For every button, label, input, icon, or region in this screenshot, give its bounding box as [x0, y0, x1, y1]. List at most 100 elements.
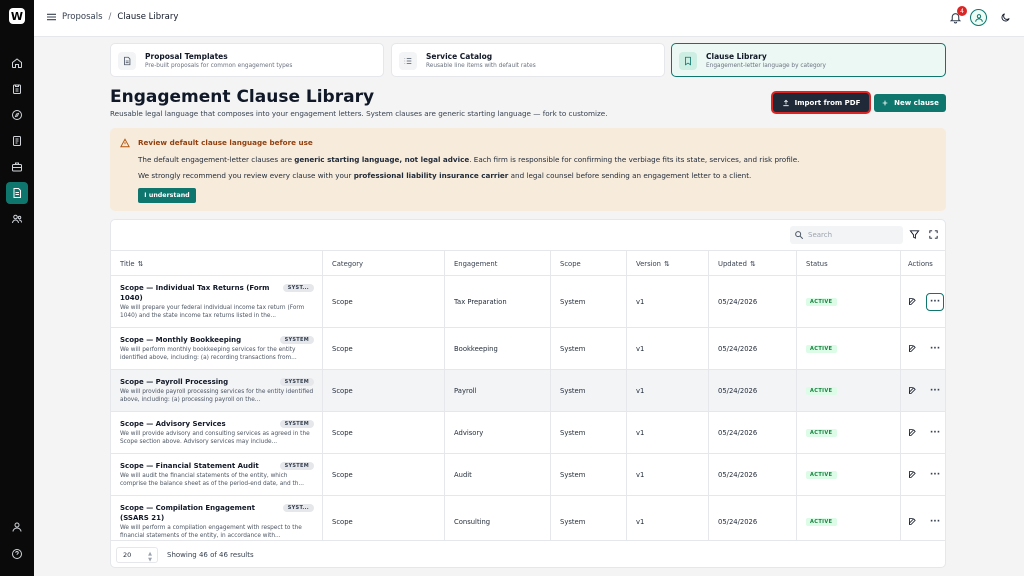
users-icon[interactable] — [6, 208, 28, 230]
card-title: Service Catalog — [426, 52, 493, 61]
actions-cell: ··· — [901, 454, 945, 495]
clause-title-cell[interactable]: Scope — Monthly Bookkeeping SYSTEM We will… — [111, 328, 323, 369]
card-title: Clause Library — [706, 52, 767, 61]
warning-line-2: We strongly recommend you review every c… — [138, 171, 752, 180]
updated-cell: 05/24/2026 — [709, 370, 797, 411]
theme-toggle-moon-icon[interactable] — [997, 9, 1014, 26]
compass-icon[interactable] — [6, 104, 28, 126]
home-icon[interactable] — [6, 52, 28, 74]
table-row[interactable]: Scope — Individual Tax Returns (Form 104… — [111, 276, 945, 328]
table-body: Scope — Individual Tax Returns (Form 104… — [111, 276, 945, 540]
sort-icon: ⇅ — [137, 260, 144, 268]
clause-title-cell[interactable]: Scope — Payroll Processing SYSTEM We will … — [111, 370, 323, 411]
card-clause-library[interactable]: Clause Library Engagement-letter languag… — [671, 43, 946, 77]
more-actions-icon[interactable]: ··· — [926, 382, 944, 400]
table-row[interactable]: Scope — Financial Statement Audit SYSTEM W… — [111, 454, 945, 496]
version-cell: v1 — [627, 276, 709, 327]
status-badge: ACTIVE — [806, 386, 837, 395]
card-service-catalog[interactable]: Service Catalog Reusable line items with… — [391, 43, 665, 77]
help-icon[interactable] — [6, 543, 28, 565]
document-icon — [118, 52, 136, 70]
version-cell: v1 — [627, 370, 709, 411]
more-actions-icon[interactable]: ··· — [926, 292, 944, 311]
scope-cell: System — [551, 496, 627, 540]
col-updated[interactable]: Updated ⇅ — [709, 251, 797, 277]
table-row[interactable]: Scope — Payroll Processing SYSTEM We will … — [111, 370, 945, 412]
actions-cell: ··· — [901, 496, 945, 540]
ledger-icon[interactable] — [6, 130, 28, 152]
filter-icon[interactable] — [909, 229, 920, 240]
sort-icon: ⇅ — [664, 260, 670, 268]
search-icon — [795, 231, 804, 240]
clause-title: Scope — Financial Statement Audit — [120, 461, 259, 470]
status-badge: ACTIVE — [806, 517, 837, 526]
category-cell: Scope — [323, 454, 445, 495]
clipboard-icon[interactable] — [6, 78, 28, 100]
actions-cell: ··· — [901, 276, 945, 327]
category-cell: Scope — [323, 412, 445, 453]
import-from-pdf-button[interactable]: Import from PDF — [773, 93, 869, 112]
clause-description: We will audit the financial statements o… — [120, 472, 304, 488]
system-badge: SYSTEM — [279, 461, 314, 470]
edit-icon[interactable] — [908, 428, 917, 437]
clause-description: We will provide advisory and consulting … — [120, 430, 310, 446]
profile-icon[interactable] — [6, 516, 28, 538]
more-actions-icon[interactable]: ··· — [926, 466, 944, 484]
engagement-cell: Consulting — [445, 496, 551, 540]
clause-description: We will prepare your federal individual … — [120, 304, 305, 320]
edit-icon[interactable] — [908, 517, 917, 526]
i-understand-button[interactable]: I understand — [138, 188, 196, 203]
clause-title-cell[interactable]: Scope — Financial Statement Audit SYSTEM W… — [111, 454, 323, 495]
search-input[interactable]: Search — [790, 226, 903, 244]
new-clause-button[interactable]: New clause — [874, 94, 946, 112]
notification-badge: 4 — [957, 6, 967, 16]
app-root: W Proposals / Clause Library 4 Proposal … — [0, 0, 1024, 576]
updated-cell: 05/24/2026 — [709, 328, 797, 369]
card-title: Proposal Templates — [145, 52, 228, 61]
version-cell: v1 — [627, 328, 709, 369]
breadcrumb: Proposals / Clause Library — [62, 12, 178, 22]
col-category: Category — [323, 251, 445, 277]
page-subtitle: Reusable legal language that composes in… — [110, 109, 608, 118]
engagement-cell: Audit — [445, 454, 551, 495]
clause-title: Scope — Advisory Services — [120, 419, 226, 428]
more-actions-icon[interactable]: ··· — [926, 424, 944, 442]
user-avatar[interactable] — [970, 9, 987, 26]
breadcrumb-current: Clause Library — [117, 12, 179, 22]
clause-description: We will provide payroll processing servi… — [120, 388, 314, 404]
col-version[interactable]: Version ⇅ — [627, 251, 709, 277]
edit-icon[interactable] — [908, 344, 917, 353]
category-cell: Scope — [323, 276, 445, 327]
col-scope: Scope — [551, 251, 627, 277]
scope-cell: System — [551, 412, 627, 453]
table-row[interactable]: Scope — Monthly Bookkeeping SYSTEM We will… — [111, 328, 945, 370]
table-row[interactable]: Scope — Compilation Engagement (SSARS 21… — [111, 496, 945, 540]
scope-cell: System — [551, 276, 627, 327]
clause-table: Search Title ⇅ Category Engagement Scope … — [110, 219, 946, 568]
edit-icon[interactable] — [908, 386, 917, 395]
app-logo[interactable]: W — [9, 8, 25, 24]
updated-cell: 05/24/2026 — [709, 276, 797, 327]
menu-icon[interactable] — [47, 13, 56, 21]
fullscreen-icon[interactable] — [928, 229, 939, 240]
status-badge: ACTIVE — [806, 344, 837, 353]
updated-cell: 05/24/2026 — [709, 454, 797, 495]
col-engagement: Engagement — [445, 251, 551, 277]
engagement-cell: Tax Preparation — [445, 276, 551, 327]
clause-title-cell[interactable]: Scope — Advisory Services SYSTEM We will p… — [111, 412, 323, 453]
actions-cell: ··· — [901, 370, 945, 411]
breadcrumb-proposals[interactable]: Proposals — [62, 12, 103, 22]
more-actions-icon[interactable]: ··· — [926, 513, 944, 531]
clause-title-cell[interactable]: Scope — Individual Tax Returns (Form 104… — [111, 276, 323, 327]
page-size-select[interactable]: 20 ▲ ▼ — [116, 547, 158, 563]
edit-icon[interactable] — [908, 297, 917, 306]
edit-icon[interactable] — [908, 470, 917, 479]
clause-title-cell[interactable]: Scope — Compilation Engagement (SSARS 21… — [111, 496, 323, 540]
more-actions-icon[interactable]: ··· — [926, 340, 944, 358]
sort-icon: ⇅ — [749, 260, 756, 268]
card-proposal-templates[interactable]: Proposal Templates Pre-built proposals f… — [110, 43, 384, 77]
proposals-document-icon[interactable] — [6, 182, 28, 204]
table-row[interactable]: Scope — Advisory Services SYSTEM We will p… — [111, 412, 945, 454]
briefcase-icon[interactable] — [6, 156, 28, 178]
col-title[interactable]: Title ⇅ — [111, 251, 323, 277]
